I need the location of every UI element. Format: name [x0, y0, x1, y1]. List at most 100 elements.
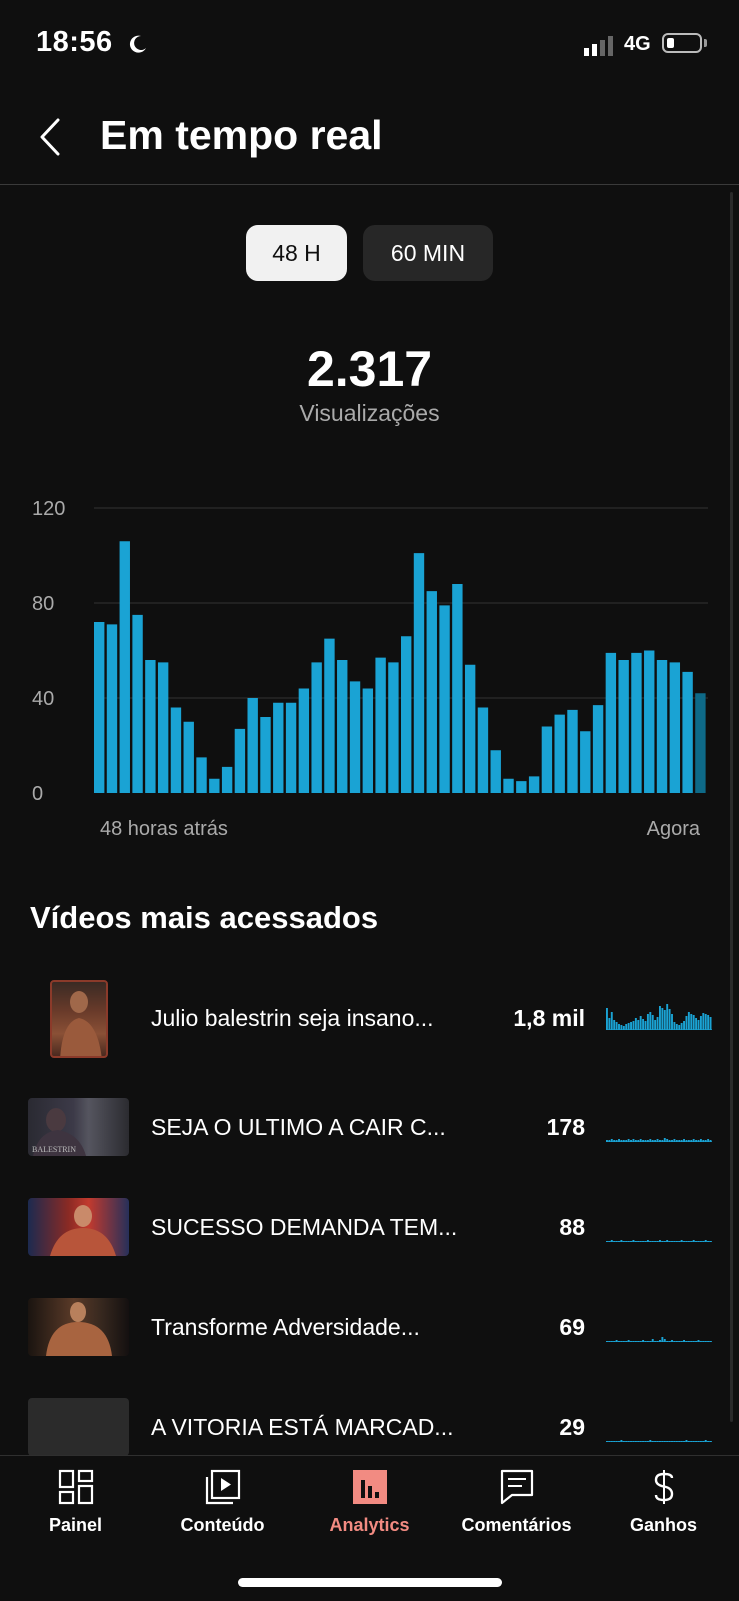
sparkline-bar	[699, 1241, 702, 1242]
sparkline-bar	[610, 1341, 613, 1342]
sparkline-bar	[651, 1441, 654, 1442]
sparkline-bar	[704, 1440, 707, 1442]
chart-bar	[273, 702, 284, 793]
nav-item-analytics[interactable]: Analytics	[296, 1456, 443, 1556]
sparkline-bar	[656, 1341, 659, 1342]
chart-bar	[464, 664, 476, 793]
sparkline-bar	[625, 1140, 628, 1142]
video-thumbnail	[28, 1398, 129, 1456]
video-sparkline	[606, 1337, 712, 1342]
back-arrow-icon[interactable]	[36, 116, 64, 158]
sparkline-bar	[690, 1241, 693, 1242]
sparkline-bar	[666, 1004, 669, 1030]
chart-bar	[119, 541, 130, 793]
sparkline-bar	[632, 1139, 635, 1142]
chart-bar	[145, 660, 156, 793]
chart-bar	[580, 731, 591, 793]
sparkline-bar	[661, 1441, 664, 1442]
sparkline-bar	[610, 1012, 613, 1030]
sparkline-bar	[620, 1025, 623, 1030]
sparkline-bar	[608, 1241, 611, 1242]
sparkline-bar	[707, 1341, 710, 1342]
earnings-icon	[654, 1470, 674, 1504]
chart-bar	[247, 698, 258, 793]
sparkline-bar	[685, 1241, 688, 1242]
chart-bar	[439, 605, 450, 794]
sparkline-bar	[692, 1441, 695, 1442]
video-title: Transforme Adversidade...	[151, 1314, 420, 1340]
chart-bar	[631, 652, 642, 794]
sparkline-bar	[690, 1140, 693, 1142]
video-row-4[interactable]: Transforme Adversidade... 69	[0, 1298, 739, 1378]
chart-bar	[503, 778, 514, 793]
sparkline-bar	[680, 1023, 683, 1030]
sparkline-bar	[666, 1139, 669, 1142]
status-bar: 18:56 4G	[0, 0, 739, 90]
sparkline-bar	[639, 1139, 642, 1142]
sparkline-bar	[620, 1140, 623, 1142]
sparkline-bar	[699, 1016, 702, 1030]
video-row-3[interactable]: SUCESSO DEMANDA TEM... 88	[0, 1198, 739, 1278]
sparkline-bar	[615, 1340, 618, 1342]
network-type: 4G	[624, 33, 651, 55]
range-60min-button[interactable]: 60 MIN	[363, 225, 493, 281]
thumbnail-text: BALESTRIN	[32, 1145, 76, 1154]
sparkline-bar	[620, 1440, 623, 1442]
sparkline-bar	[659, 1006, 661, 1030]
video-view-count: 69	[559, 1314, 585, 1340]
sparkline-bar	[687, 1012, 690, 1030]
nav-item-conteudo[interactable]: Conteúdo	[149, 1456, 296, 1556]
video-view-count: 1,8 mil	[513, 1005, 585, 1031]
nav-item-painel[interactable]: Painel	[2, 1456, 149, 1556]
sparkline-bar	[692, 1139, 695, 1142]
sparkline-bar	[642, 1241, 645, 1242]
sparkline-bar	[663, 1138, 666, 1142]
sparkline-bar	[630, 1140, 632, 1142]
chart-bar	[298, 688, 310, 793]
y-tick-label: 0	[32, 783, 43, 805]
sparkline-bar	[642, 1441, 645, 1442]
views-bar-chart: 0 40 80 120 48 horas atrás Agora	[32, 498, 708, 840]
chart-bar	[516, 781, 527, 794]
chart-bar	[337, 660, 348, 793]
sparkline-bar	[695, 1140, 698, 1142]
sparkline-bar	[666, 1240, 669, 1242]
sparkline-bar	[683, 1441, 685, 1442]
dashboard-icon	[58, 1469, 94, 1505]
sparkline-bar	[659, 1441, 661, 1442]
sparkline-bar	[654, 1140, 657, 1142]
video-row-1[interactable]: Julio balestrin seja insano... 1,8 mil	[0, 980, 739, 1060]
range-48h-button[interactable]: 48 H	[246, 225, 347, 281]
video-sparkline	[606, 1440, 712, 1442]
page-header: Em tempo real	[0, 90, 739, 185]
sparkline-bar	[666, 1341, 669, 1342]
sparkline-bar	[654, 1241, 657, 1242]
sparkline-bar	[627, 1139, 630, 1142]
nav-item-comentarios[interactable]: Comentários	[443, 1456, 590, 1556]
sparkline-bar	[704, 1240, 707, 1242]
video-row-2[interactable]: BALESTRIN SEJA O ULTIMO A CAIR C... 178	[0, 1098, 739, 1178]
chart-bar	[554, 714, 565, 794]
chart-bar	[196, 757, 207, 794]
sparkline-bar	[683, 1021, 685, 1030]
chart-bar	[132, 614, 143, 794]
sparkline-bar	[697, 1140, 700, 1142]
chart-bar	[452, 584, 463, 793]
sparkline-bar	[634, 1341, 637, 1342]
chart-bar	[94, 622, 105, 793]
moon-icon	[129, 35, 146, 53]
sparkline-bar	[663, 1010, 666, 1030]
nav-label: Conteúdo	[180, 1515, 265, 1535]
sparkline-bar	[654, 1341, 657, 1342]
sparkline-bar	[627, 1441, 630, 1442]
sparkline-bar	[651, 1015, 654, 1030]
sparkline-bar	[651, 1241, 654, 1242]
sparkline-bar	[644, 1341, 647, 1342]
sparkline-bar	[671, 1140, 673, 1142]
sparkline-bar	[671, 1014, 673, 1030]
chart-bar	[311, 662, 322, 794]
nav-item-ganhos[interactable]: Ganhos	[590, 1456, 737, 1556]
total-views-label: Visualizações	[299, 400, 440, 426]
sparkline-bar	[627, 1340, 630, 1342]
sparkline-bar	[610, 1139, 613, 1142]
